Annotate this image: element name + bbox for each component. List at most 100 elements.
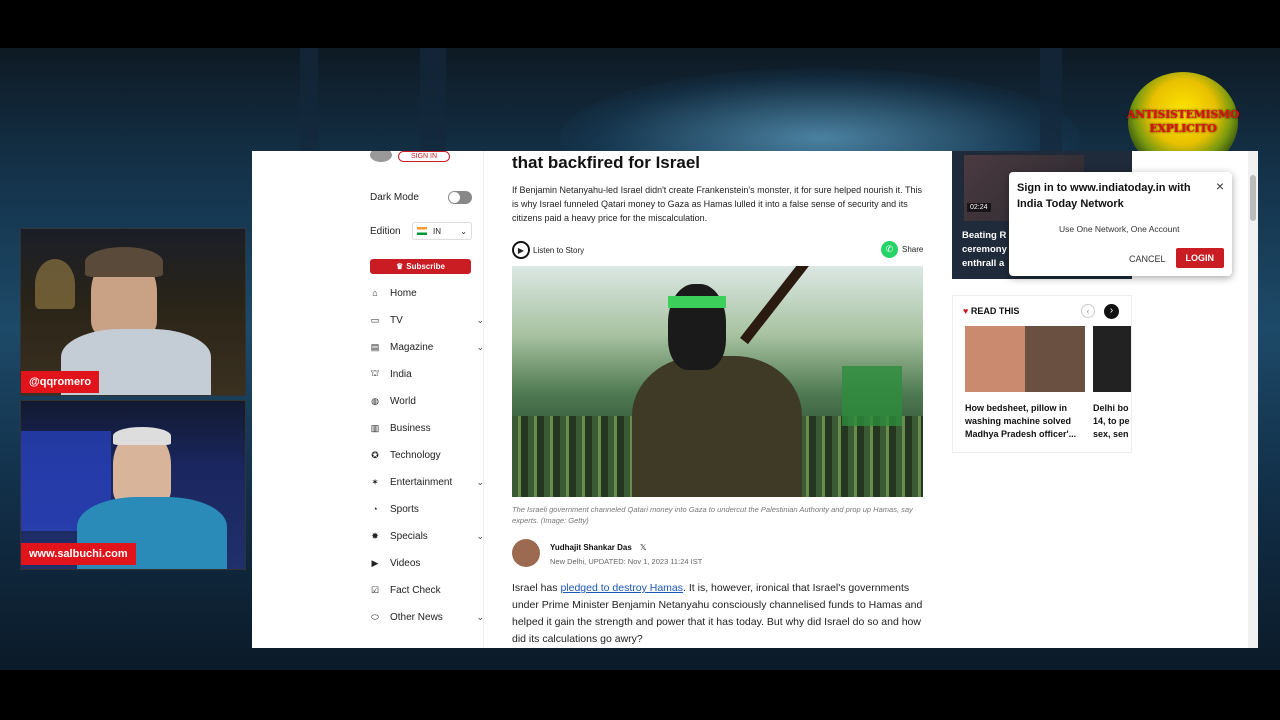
listen-to-story[interactable]: ▶ Listen to Story [512,241,584,259]
edition-select[interactable]: IN ⌄ [412,222,472,240]
nav-label: India [390,368,412,380]
article: that backfired for Israel If Benjamin Ne… [508,151,938,648]
subscribe-button[interactable]: ♛ Subscribe [370,259,471,274]
guest-hair [113,427,171,445]
article-headline: that backfired for Israel [512,153,701,172]
photo-caption: The Israeli government channeled Qatari … [512,505,913,525]
article-dateline: New Delhi, UPDATED: Nov 1, 2023 11:24 IS… [550,557,703,566]
nav-icon: ✪ [371,449,379,460]
subscribe-label: Subscribe [406,262,445,271]
nav-item-magazine[interactable]: ▤ Magazine ⌄ [370,337,488,357]
chevron-down-icon[interactable]: ⌄ [476,342,484,353]
chevron-down-icon[interactable]: ⌄ [476,531,484,542]
nav-icon: ⌂ [372,288,378,298]
logo-line-2: EXPLICITO [1149,122,1217,135]
popup-subtitle: Use One Network, One Account [1059,224,1180,234]
play-icon: ▶ [512,241,530,259]
login-button[interactable]: LOGIN [1175,248,1224,268]
green-headband [668,296,726,308]
webcam-host: @qqromero [20,228,246,396]
webcam-guest: www.salbuchi.com [20,400,246,570]
nav-item-world[interactable]: ◍ World [370,391,488,411]
card-thumbnail[interactable] [965,326,1085,392]
card-title[interactable]: Delhi bo 14, to pe sex, sen [1093,402,1133,441]
chevron-down-icon[interactable]: ⌄ [476,612,484,623]
cancel-button[interactable]: CANCEL [1129,254,1166,264]
fighter-body [632,356,802,497]
nav-icon: ✸ [371,530,379,541]
nav-label: Fact Check [390,584,441,596]
edition-row: Edition IN ⌄ [370,221,488,241]
article-body: Israel has pledged to destroy Hamas. It … [512,582,923,645]
host-handle: @qqromero [21,371,100,393]
nav-icon: ✶ [371,476,379,487]
site-navigation: SIGN IN Dark Mode Edition IN ⌄ ♛ Subscri… [362,151,484,648]
nav-label: Specials [390,530,428,542]
nav-item-videos[interactable]: ▶ Videos [370,553,488,573]
dark-mode-toggle[interactable] [448,190,472,204]
nav-label: Entertainment [390,476,453,488]
nav-item-other-news[interactable]: ⬭ Other News ⌄ [370,607,488,627]
video-duration: 02:24 [967,203,991,212]
nav-icon: ▭ [370,314,380,325]
nav-item-entertainment[interactable]: ✶ Entertainment ⌄ [370,472,488,492]
author-name[interactable]: Yudhajit Shankar Das 𝕏 [550,543,647,552]
nav-item-home[interactable]: ⌂ Home [370,283,488,303]
nav-icon: ⛫ [370,368,380,378]
rifle [740,266,822,345]
nav-label: Videos [390,557,421,569]
nav-label: Other News [390,611,443,623]
nav-label: Home [390,287,417,299]
crown-icon: ♛ [396,262,404,271]
card-title[interactable]: How bedsheet, pillow in washing machine … [965,402,1087,441]
chevron-down-icon[interactable]: ⌄ [476,477,484,488]
nav-label: Sports [390,503,419,515]
video-title: Beating R ceremony enthrall a [962,230,1007,269]
card-thumbnail[interactable] [1093,326,1131,392]
avatar[interactable] [370,151,392,162]
nav-label: Magazine [390,341,434,353]
scrollbar-thumb[interactable] [1250,175,1256,221]
chevron-down-icon[interactable]: ⌄ [476,315,484,326]
nav-icon: ▤ [370,341,380,352]
nav-icon: ◍ [371,395,379,406]
edition-label: Edition [370,225,401,237]
nav-item-fact-check[interactable]: ☑ Fact Check [370,580,488,600]
nav-icon: ◔ [372,504,378,514]
nav-item-india[interactable]: ⛫ India [370,364,488,384]
nav-icon: ▥ [370,422,380,433]
nav-item-specials[interactable]: ✸ Specials ⌄ [370,526,488,546]
india-flag-icon [417,227,427,235]
close-icon[interactable]: × [1216,178,1224,194]
chevron-down-icon: ⌄ [460,226,467,236]
nav-item-technology[interactable]: ✪ Technology [370,445,488,465]
pledged-link[interactable]: pledged to destroy Hamas [560,582,683,594]
whatsapp-icon: ✆ [881,241,898,258]
sign-in-button[interactable]: SIGN IN [398,151,450,162]
host-hair [85,247,163,277]
nav-item-tv[interactable]: ▭ TV ⌄ [370,310,488,330]
nav-item-business[interactable]: ▥ Business [370,418,488,438]
dark-mode-row: Dark Mode [370,187,488,207]
next-icon[interactable]: › [1104,304,1119,319]
edition-value: IN [433,226,441,236]
nav-icon: ⬭ [371,611,379,622]
share-button[interactable]: ✆ Share [881,241,923,258]
nav-item-sports[interactable]: ◔ Sports [370,499,488,519]
flag [842,366,902,426]
logo-line-1: ANTISISTEMISMO [1126,108,1240,121]
popup-title: Sign in to www.indiatoday.in with India … [1017,182,1191,210]
author-avatar[interactable] [512,539,540,567]
nav-label: World [390,395,416,407]
nav-icon: ▶ [371,557,379,568]
listen-label: Listen to Story [533,245,585,255]
page-margin [252,151,352,648]
article-photo [512,266,923,497]
sign-in-popup: Sign in to www.indiatoday.in with India … [1009,172,1232,276]
page-scrollbar[interactable] [1248,151,1258,648]
nav-label: Business [390,422,431,434]
x-icon[interactable]: 𝕏 [640,543,646,552]
nav-label: TV [390,314,403,326]
nav-icon: ☑ [370,584,380,595]
prev-icon[interactable]: ‹ [1081,304,1095,318]
